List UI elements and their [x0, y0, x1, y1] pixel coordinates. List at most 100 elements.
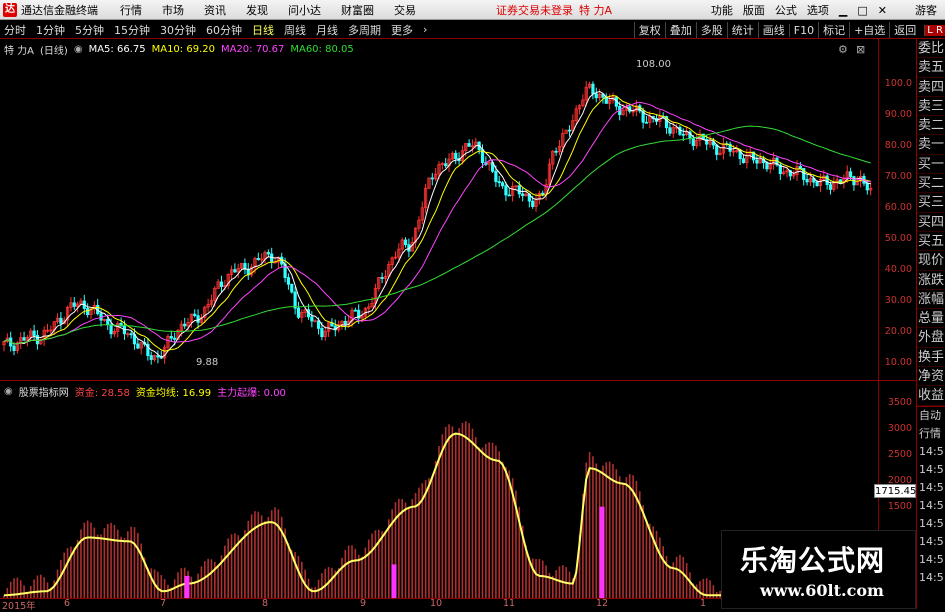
- settings-icon[interactable]: ⚙: [838, 43, 848, 56]
- guest-login[interactable]: 游客: [915, 2, 937, 18]
- lr-toggle[interactable]: L R: [924, 24, 945, 36]
- btn-fuquan[interactable]: 复权: [633, 22, 665, 38]
- candle-body: [290, 283, 294, 293]
- date-label: 8: [262, 598, 269, 609]
- menu-layout[interactable]: 版面: [743, 2, 765, 18]
- trade-login-alert[interactable]: 证券交易未登录: [496, 2, 573, 18]
- quote-field: 委比: [917, 39, 945, 59]
- btn-f10[interactable]: F10: [788, 23, 818, 37]
- candle-body: [129, 333, 133, 336]
- btn-diejia[interactable]: 叠加: [664, 22, 696, 38]
- breakout-bar: [184, 575, 190, 599]
- quote-field: 现价: [917, 251, 945, 271]
- candle-body: [591, 83, 595, 95]
- candle-body: [681, 133, 685, 136]
- candle-body: [444, 163, 448, 167]
- menu-item-jiaoyi[interactable]: 交易: [394, 2, 416, 18]
- legend-toggle-icon[interactable]: ◉: [74, 44, 83, 55]
- candle-body: [430, 177, 434, 180]
- menu-options[interactable]: 选项: [807, 2, 829, 18]
- sub-legend: ◉ 股票指标网 资金: 28.58 资金均线: 16.99 主力起爆: 0.00: [4, 384, 286, 399]
- price-tick: 10.00: [884, 357, 912, 368]
- high-annotation: 108.00: [636, 59, 671, 70]
- quote-field: 涨幅: [917, 290, 945, 310]
- btn-duogu[interactable]: 多股: [695, 22, 727, 38]
- period-monthly[interactable]: 月线: [316, 22, 338, 38]
- period-30min[interactable]: 30分钟: [160, 22, 196, 38]
- candle-body: [644, 121, 649, 124]
- main-chart-panel[interactable]: 特 力A (日线) ◉ MA5: 66.75 MA10: 69.20 MA20:…: [0, 39, 878, 380]
- period-more[interactable]: 更多: [391, 22, 413, 38]
- candle-body: [497, 181, 501, 184]
- legend-ma60: MA60: 80.05: [290, 44, 354, 55]
- indicator-l2: 资金均线: 16.99: [135, 388, 212, 399]
- candle-body: [567, 129, 572, 132]
- candle-body: [310, 316, 314, 322]
- indicator-l3: 主力起爆: 0.00: [217, 388, 286, 399]
- candle-body: [865, 182, 869, 191]
- btn-huaxian[interactable]: 画线: [757, 22, 789, 38]
- candle-body: [531, 200, 535, 207]
- candle-body: [233, 269, 237, 273]
- legend-stock-name: 特 力A: [4, 46, 35, 57]
- menu-item-shichang[interactable]: 市场: [162, 2, 184, 18]
- price-axis: 100.0 90.00 80.00 70.00 60.00 50.00 40.0…: [878, 39, 916, 380]
- menu-formula[interactable]: 公式: [775, 2, 797, 18]
- close-panel-icon[interactable]: ⊠: [856, 43, 865, 56]
- candle-body: [815, 181, 819, 187]
- candle-body: [467, 143, 471, 147]
- maximize-icon[interactable]: □: [857, 4, 867, 17]
- legend-ma20: MA20: 70.67: [220, 44, 285, 55]
- candle-body: [59, 317, 63, 324]
- quote-field: 净资: [917, 367, 945, 387]
- minimize-icon[interactable]: ▁: [839, 4, 847, 17]
- candle-body: [136, 343, 140, 349]
- quote-field: 卖一: [917, 135, 945, 155]
- chevron-right-icon[interactable]: ›: [423, 23, 427, 36]
- candlestick-chart[interactable]: [0, 39, 878, 380]
- candle-body: [86, 308, 90, 316]
- period-multi[interactable]: 多周期: [348, 22, 381, 38]
- candle-body: [12, 345, 16, 351]
- indicator-tick: 3000: [887, 423, 912, 434]
- candle-body: [256, 258, 260, 261]
- period-fenshi[interactable]: 分时: [4, 22, 26, 38]
- period-15min[interactable]: 15分钟: [114, 22, 150, 38]
- btn-fanhui[interactable]: 返回: [889, 22, 920, 38]
- menu-item-caifuquan[interactable]: 财富圈: [341, 2, 374, 18]
- tick-row: 14:5: [919, 516, 944, 530]
- candle-body: [169, 336, 173, 339]
- candle-body: [22, 337, 26, 341]
- indicator-tick: 1500: [887, 501, 912, 512]
- candle-body: [219, 281, 224, 287]
- candle-body: [156, 355, 160, 358]
- menu-item-faxian[interactable]: 发现: [246, 2, 268, 18]
- period-1min[interactable]: 1分钟: [36, 22, 65, 38]
- period-60min[interactable]: 60分钟: [206, 22, 242, 38]
- menu-item-zixun[interactable]: 资讯: [204, 2, 226, 18]
- menu-function[interactable]: 功能: [711, 2, 733, 18]
- quote-field: 买四: [917, 213, 945, 232]
- watermark-url: www.60lt.com: [760, 581, 884, 600]
- menu-item-hangqing[interactable]: 行情: [120, 2, 142, 18]
- btn-tongji[interactable]: 统计: [726, 22, 758, 38]
- candle-body: [798, 166, 802, 169]
- main-legend: 特 力A (日线) ◉ MA5: 66.75 MA10: 69.20 MA20:…: [4, 42, 354, 57]
- period-5min[interactable]: 5分钟: [75, 22, 104, 38]
- quote-side-panel: 委比 卖五 卖四 卖三 卖二 卖一 买一 买二 买三 买四 买五 现价 涨跌 涨幅 总量 外盘 换手 净资 收益 自…: [916, 39, 945, 609]
- period-weekly[interactable]: 周线: [284, 22, 306, 38]
- btn-biaoji[interactable]: 标记: [818, 22, 849, 38]
- candle-body: [320, 327, 324, 338]
- btn-zixuan[interactable]: +自选: [849, 22, 889, 38]
- date-label: 10: [430, 598, 443, 609]
- quote-field-list: 委比 卖五 卖四 卖三 卖二 卖一 买一 买二 买三 买四 买五 现价 涨跌 涨幅 总量 外盘 换手 净资 收益: [917, 39, 945, 406]
- candle-body: [109, 324, 113, 335]
- price-tick: 60.00: [884, 202, 912, 213]
- indicator-tick: 2500: [887, 449, 912, 460]
- period-daily[interactable]: 日线: [252, 22, 274, 38]
- candle-body: [183, 323, 187, 327]
- menu-item-wenxiaoda[interactable]: 问小达: [288, 2, 321, 18]
- indicator-toggle-icon[interactable]: ◉: [4, 386, 13, 397]
- close-icon[interactable]: ✕: [878, 4, 887, 17]
- ma20-line: [3, 101, 871, 345]
